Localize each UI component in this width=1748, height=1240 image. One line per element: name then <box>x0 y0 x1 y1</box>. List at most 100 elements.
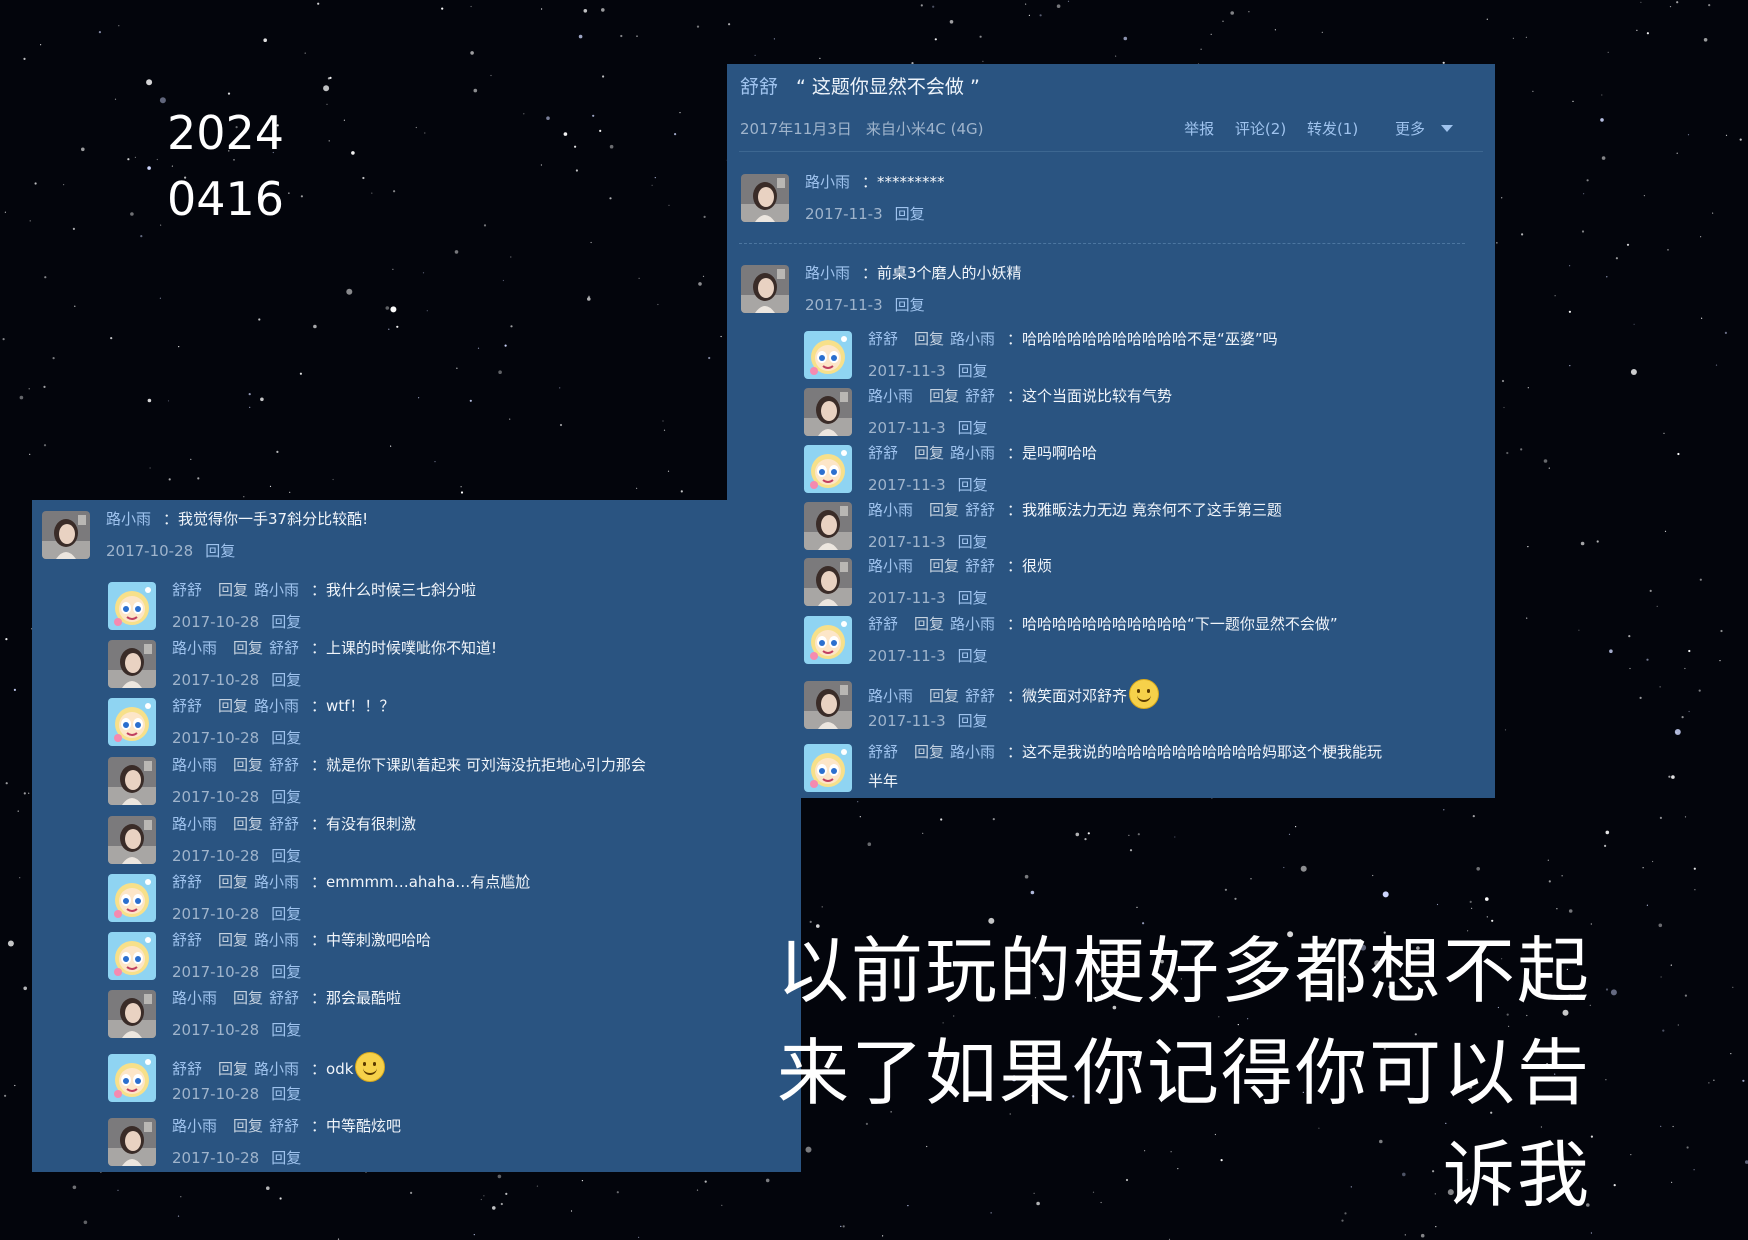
avatar-portrait[interactable] <box>741 174 789 222</box>
avatar-powerpuff[interactable] <box>804 744 852 792</box>
avatar-powerpuff[interactable] <box>108 932 156 980</box>
reply-target-link[interactable]: 舒舒 <box>965 687 995 705</box>
post-author-link[interactable]: 舒舒 <box>740 76 778 98</box>
comment-author-link[interactable]: 舒舒 <box>868 444 898 462</box>
comment-author-link[interactable]: 路小雨 <box>172 1117 217 1135</box>
reply-button[interactable]: 回复 <box>895 296 925 314</box>
comments-link[interactable]: 评论(2) <box>1235 120 1286 138</box>
comment-author-link[interactable]: 舒舒 <box>172 581 202 599</box>
reply-target-link[interactable]: 路小雨 <box>254 931 299 949</box>
reply-button[interactable]: 回复 <box>958 419 988 437</box>
star <box>1715 364 1718 366</box>
reposts-link[interactable]: 转发(1) <box>1307 120 1358 138</box>
avatar-portrait[interactable] <box>108 816 156 864</box>
star <box>704 1180 707 1183</box>
star <box>263 38 268 42</box>
reply-button[interactable]: 回复 <box>958 476 988 494</box>
reply-target-link[interactable]: 舒舒 <box>269 639 299 657</box>
comment-author-link[interactable]: 路小雨 <box>868 501 913 519</box>
star <box>5 782 8 785</box>
comment-author-link[interactable]: 路小雨 <box>172 639 217 657</box>
comment-author-link[interactable]: 舒舒 <box>172 873 202 891</box>
comment-author-link[interactable]: 路小雨 <box>106 510 151 528</box>
avatar-portrait[interactable] <box>42 511 90 559</box>
avatar-portrait[interactable] <box>108 640 156 688</box>
comment-author-link[interactable]: 路小雨 <box>805 173 850 191</box>
comment-author-link[interactable]: 路小雨 <box>868 687 913 705</box>
avatar-portrait[interactable] <box>804 681 852 729</box>
comment-author-link[interactable]: 路小雨 <box>868 557 913 575</box>
star <box>299 372 302 375</box>
avatar-powerpuff[interactable] <box>108 698 156 746</box>
reply-target-link[interactable]: 舒舒 <box>965 501 995 519</box>
reply-button[interactable]: 回复 <box>271 905 301 923</box>
reply-target-link[interactable]: 路小雨 <box>950 444 995 462</box>
reply-target-link[interactable]: 路小雨 <box>254 873 299 891</box>
comment-author-link[interactable]: 舒舒 <box>172 697 202 715</box>
avatar-powerpuff[interactable] <box>804 331 852 379</box>
comment-line: 路小雨 ：********* <box>805 172 945 192</box>
avatar-portrait[interactable] <box>108 990 156 1038</box>
reply-button[interactable]: 回复 <box>958 362 988 380</box>
reply-target-link[interactable]: 路小雨 <box>950 615 995 633</box>
date-stamp: 2024 0416 <box>167 100 284 232</box>
reply-target-link[interactable]: 舒舒 <box>965 387 995 405</box>
avatar-powerpuff[interactable] <box>804 445 852 493</box>
reply-button[interactable]: 回复 <box>205 542 235 560</box>
avatar-powerpuff[interactable] <box>108 582 156 630</box>
reply-button[interactable]: 回复 <box>271 847 301 865</box>
reply-button[interactable]: 回复 <box>271 963 301 981</box>
comment-author-link[interactable]: 路小雨 <box>172 815 217 833</box>
reply-target-link[interactable]: 路小雨 <box>254 697 299 715</box>
reply-target-link[interactable]: 舒舒 <box>269 1117 299 1135</box>
comment-author-link[interactable]: 舒舒 <box>172 1060 202 1078</box>
star <box>1687 134 1690 136</box>
star <box>1676 732 1678 734</box>
reply-target-link[interactable]: 舒舒 <box>269 989 299 1007</box>
avatar-powerpuff[interactable] <box>108 1054 156 1102</box>
avatar-powerpuff[interactable] <box>804 616 852 664</box>
reply-button[interactable]: 回复 <box>895 205 925 223</box>
comment-author-link[interactable]: 舒舒 <box>868 330 898 348</box>
avatar-portrait[interactable] <box>804 388 852 436</box>
reply-button[interactable]: 回复 <box>271 613 301 631</box>
avatar-portrait[interactable] <box>108 757 156 805</box>
comment-author-link[interactable]: 舒舒 <box>868 615 898 633</box>
reply-button[interactable]: 回复 <box>958 647 988 665</box>
reply-button[interactable]: 回复 <box>271 671 301 689</box>
reply-target-link[interactable]: 舒舒 <box>965 557 995 575</box>
comment-author-link[interactable]: 舒舒 <box>868 743 898 761</box>
avatar-powerpuff[interactable] <box>108 874 156 922</box>
reply-button[interactable]: 回复 <box>271 1021 301 1039</box>
star <box>258 318 261 321</box>
reply-target-link[interactable]: 路小雨 <box>950 330 995 348</box>
more-menu[interactable]: 更多 <box>1379 120 1453 138</box>
reply-button[interactable]: 回复 <box>958 589 988 607</box>
comment-author-link[interactable]: 舒舒 <box>172 931 202 949</box>
reply-target-link[interactable]: 舒舒 <box>269 815 299 833</box>
comment-author-link[interactable]: 路小雨 <box>805 264 850 282</box>
post-actions: 举报 评论(2) 转发(1) 更多 <box>1168 118 1453 139</box>
reply-button[interactable]: 回复 <box>271 729 301 747</box>
avatar-portrait[interactable] <box>804 502 852 550</box>
star <box>510 256 512 258</box>
report-link[interactable]: 举报 <box>1184 120 1214 138</box>
reply-target-link[interactable]: 路小雨 <box>254 581 299 599</box>
reply-button[interactable]: 回复 <box>271 1085 301 1103</box>
avatar-portrait[interactable] <box>108 1118 156 1166</box>
reply-button[interactable]: 回复 <box>958 533 988 551</box>
reply-button[interactable]: 回复 <box>958 712 988 730</box>
star <box>249 406 251 408</box>
reply-button[interactable]: 回复 <box>271 788 301 806</box>
avatar-portrait[interactable] <box>804 558 852 606</box>
reply-target-link[interactable]: 舒舒 <box>269 756 299 774</box>
reply-target-link[interactable]: 路小雨 <box>950 743 995 761</box>
star <box>708 356 711 360</box>
reply-target-link[interactable]: 路小雨 <box>254 1060 299 1078</box>
comment-author-link[interactable]: 路小雨 <box>172 989 217 1007</box>
comment-author-link[interactable]: 路小雨 <box>868 387 913 405</box>
star <box>949 20 954 24</box>
reply-button[interactable]: 回复 <box>271 1149 301 1167</box>
avatar-portrait[interactable] <box>741 265 789 313</box>
comment-author-link[interactable]: 路小雨 <box>172 756 217 774</box>
